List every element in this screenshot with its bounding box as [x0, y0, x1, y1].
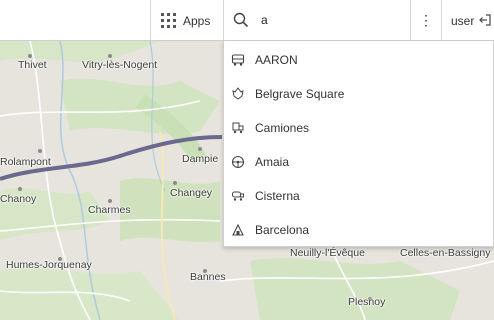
suggestion-label: Cisterna	[255, 189, 300, 203]
tanker-icon	[232, 191, 244, 201]
steering-wheel-icon	[231, 155, 245, 169]
map-place-label: Chanoy	[0, 193, 37, 205]
suggestion-item[interactable]: Cisterna	[224, 179, 494, 213]
suggestion-label: Amaia	[255, 155, 290, 169]
grid-icon	[161, 13, 176, 28]
map-place-label: Changey	[170, 187, 213, 199]
suggestion-label: Camiones	[255, 121, 310, 135]
truck-stop-icon	[232, 122, 244, 134]
map-place-label: Rolampont	[0, 156, 51, 168]
user-label: user	[451, 14, 475, 28]
map-place-label: Celles-en-Bassigny	[400, 247, 491, 259]
suggestion-item[interactable]: Barcelona	[224, 213, 494, 247]
suggestion-label: Belgrave Square	[255, 87, 345, 101]
map-place-label: Thivet	[18, 59, 47, 71]
bus-icon	[231, 54, 245, 66]
suggestion-item[interactable]: Camiones	[224, 111, 494, 145]
search-suggestions-dropdown: AARON Belgrave Square Camiones Amaia Cis…	[223, 41, 494, 247]
map-place-label: Neuilly-l'Évêque	[290, 247, 365, 259]
map-place-label: Vitry-lès-Nogent	[82, 59, 158, 71]
apps-button[interactable]: Apps	[150, 0, 224, 40]
map-place-label: Bannes	[190, 271, 226, 283]
suggestion-item[interactable]: Belgrave Square	[224, 77, 494, 111]
more-options-button[interactable]: ⋮	[410, 0, 442, 40]
suggestion-item[interactable]: AARON	[224, 43, 494, 77]
search-input[interactable]	[261, 10, 401, 30]
suggestion-label: AARON	[255, 53, 298, 67]
user-menu[interactable]: user	[441, 0, 494, 40]
map-place-label: Charmes	[88, 204, 131, 216]
suggestion-item[interactable]: Amaia	[224, 145, 494, 179]
apps-label: Apps	[183, 14, 211, 28]
logout-icon[interactable]	[479, 14, 491, 26]
search-box[interactable]	[223, 0, 409, 40]
map-place-label: Dampie	[182, 153, 219, 165]
depot-icon	[232, 223, 244, 236]
map-place-label: Plesnoy	[348, 296, 386, 308]
suggestion-label: Barcelona	[255, 223, 310, 237]
park-icon	[232, 87, 244, 100]
map-place-label: Humes-Jorquenay	[6, 259, 92, 271]
top-bar: Apps ⋮ user	[0, 0, 494, 41]
search-icon	[233, 12, 249, 28]
